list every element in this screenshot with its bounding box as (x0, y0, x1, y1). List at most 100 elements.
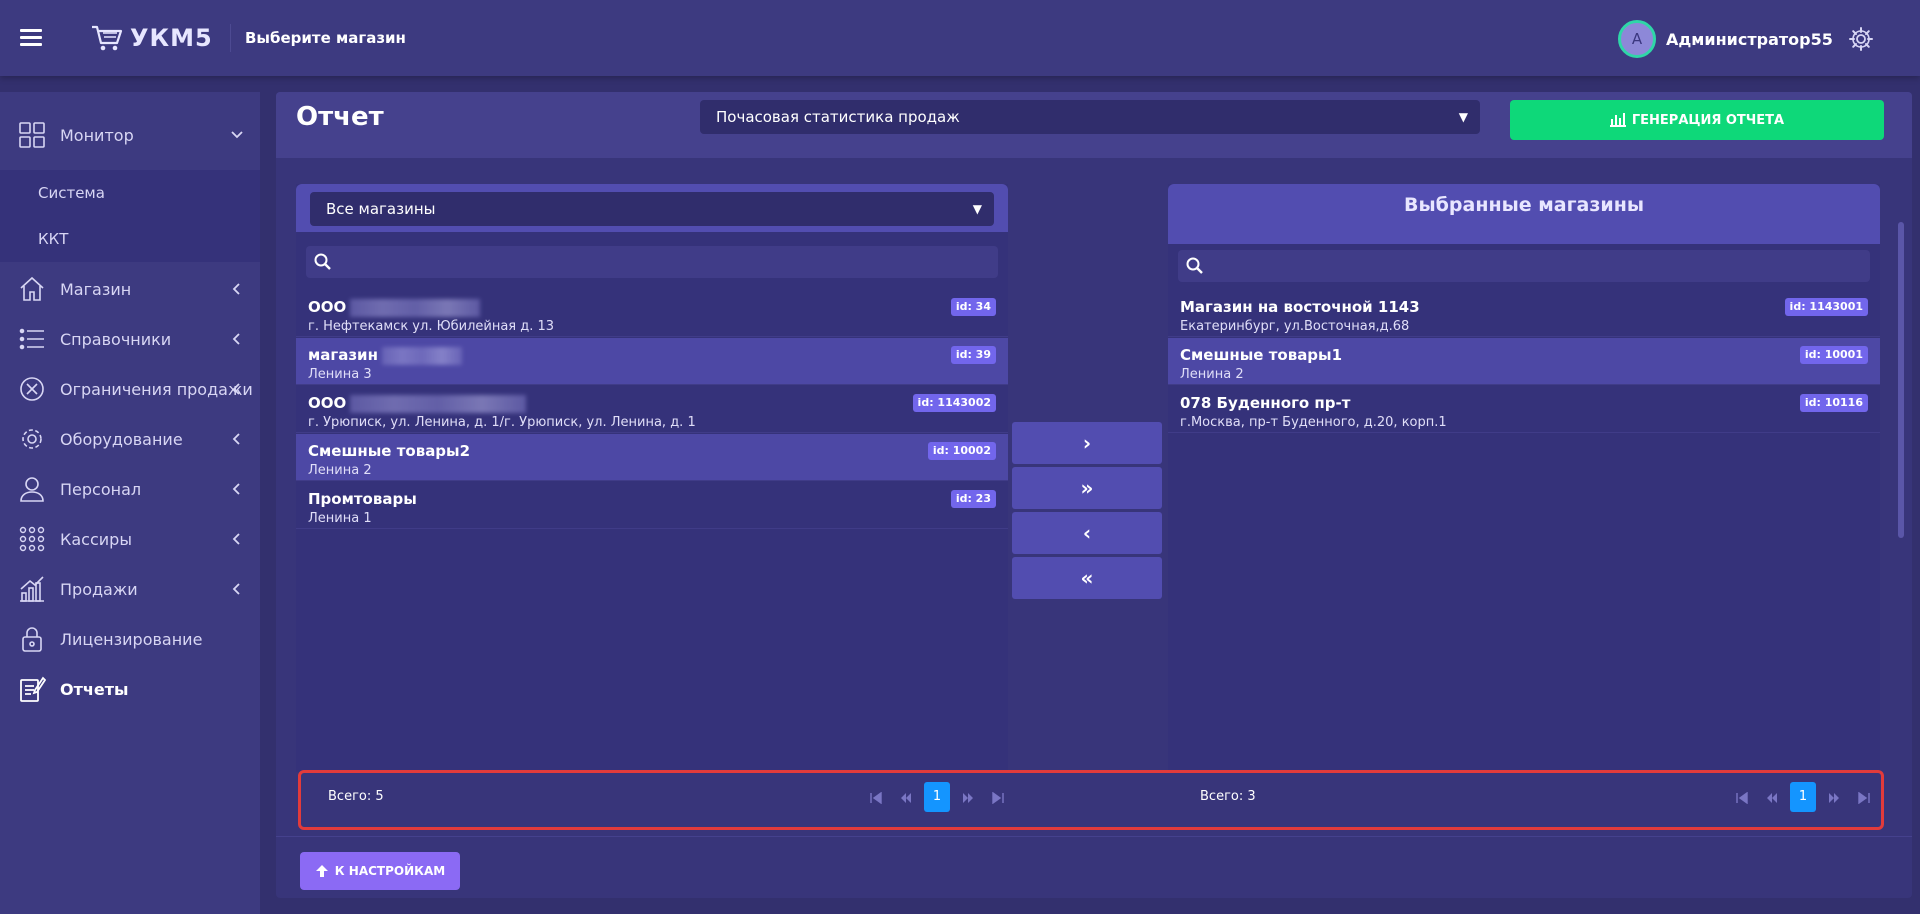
chevron-left-icon: ‹ (1082, 521, 1092, 545)
report-panel: Отчет Почасовая статистика продаж ▼ ГЕНЕ… (276, 92, 1912, 898)
list-item[interactable]: 078 Буденного пр-т г.Москва, пр-т Буденн… (1168, 386, 1880, 433)
sidebar-item-staff[interactable]: Персонал (0, 466, 260, 512)
page-title: Отчет (296, 102, 384, 132)
sidebar-item-cashiers[interactable]: Кассиры (0, 516, 260, 562)
sidebar-item-label: Монитор (60, 125, 134, 145)
redacted-text (350, 298, 481, 317)
store-id-badge: id: 34 (950, 298, 996, 316)
gear-icon (22, 429, 42, 449)
app-logo[interactable]: УКМ5 (90, 22, 213, 54)
sidebar-item-store[interactable]: Магазин (0, 266, 260, 312)
list-item[interactable]: Смешные товары2 Ленина 2 id: 10002 (296, 434, 1008, 481)
arrow-up-icon (315, 865, 328, 877)
list-item[interactable]: ООО г. Нефтекамск ул. Юбилейная д. 13 id… (296, 290, 1008, 337)
remove-all-button[interactable]: « (1012, 557, 1162, 599)
sidebar-item-label: Кассиры (60, 529, 132, 549)
remove-one-button[interactable]: ‹ (1012, 512, 1162, 554)
lock-icon (22, 627, 42, 652)
store-address: г. Урюписк, ул. Ленина, д. 1/г. Урюписк,… (308, 415, 696, 430)
available-stores-panel: Все магазины ▼ ООО г. Нефтекамск ул. Юби… (296, 184, 1008, 812)
sidebar-item-equipment[interactable]: Оборудование (0, 416, 260, 462)
cart-icon (92, 25, 123, 51)
store-filter-select[interactable]: Все магазины ▼ (310, 192, 994, 226)
store-id-badge: id: 1143002 (912, 394, 996, 412)
list-item[interactable]: Смешные товары1 Ленина 2 id: 10001 (1168, 338, 1880, 385)
selected-stores-panel: Выбранные магазины Магазин на восточной … (1168, 184, 1880, 812)
user-name: Администратор55 (1666, 29, 1833, 49)
chevron-left-icon (232, 483, 240, 495)
store-name: Смешные товары1 (1180, 346, 1343, 364)
store-name: Промтовары (308, 490, 417, 508)
move-one-button[interactable]: › (1012, 422, 1162, 464)
available-search[interactable] (306, 246, 998, 278)
divider (276, 836, 1912, 837)
sidebar-item-licensing[interactable]: Лицензирование (0, 616, 260, 662)
sales-chart-icon (20, 576, 44, 602)
store-id-badge: id: 39 (950, 346, 996, 364)
store-address: Ленина 1 (308, 511, 372, 526)
sidebar-subitem-system[interactable]: Система (38, 184, 105, 202)
sidebar-item-monitor[interactable]: Монитор (0, 112, 260, 158)
chevron-left-icon (232, 533, 240, 545)
menu-toggle-icon[interactable] (20, 29, 42, 47)
generate-report-button[interactable]: ГЕНЕРАЦИЯ ОТЧЕТА (1510, 100, 1884, 140)
avatar: А (1618, 20, 1656, 58)
sidebar-subitem-kkt[interactable]: ККТ (38, 230, 68, 248)
sidebar-item-label: Справочники (60, 329, 172, 349)
sidebar-item-label: Персонал (60, 479, 142, 499)
list-item[interactable]: Магазин на восточной 1143 Екатеринбург, … (1168, 290, 1880, 337)
redacted-text (350, 394, 527, 413)
bar-chart-icon (1609, 113, 1626, 127)
store-id-badge: id: 23 (950, 490, 996, 508)
list-item[interactable]: магазин Ленина 3 id: 39 (296, 338, 1008, 385)
report-type-select[interactable]: Почасовая статистика продаж ▼ (700, 100, 1480, 134)
search-icon (1186, 257, 1203, 274)
chevron-left-icon (232, 433, 240, 445)
report-type-value: Почасовая статистика продаж (716, 108, 960, 126)
double-chevron-left-icon: « (1080, 566, 1094, 590)
user-menu[interactable]: А Администратор55 (1618, 20, 1833, 58)
dashboard-icon (19, 122, 45, 148)
selected-stores-header: Выбранные магазины (1168, 184, 1880, 244)
chevron-left-icon (232, 583, 240, 595)
list-item[interactable]: ООО г. Урюписк, ул. Ленина, д. 1/г. Урюп… (296, 386, 1008, 433)
list-icon (19, 328, 44, 350)
sidebar-item-references[interactable]: Справочники (0, 316, 260, 362)
settings-gear-icon[interactable] (1848, 26, 1874, 52)
back-to-settings-label: К НАСТРОЙКАМ (334, 864, 446, 878)
selected-stores-title: Выбранные магазины (1403, 194, 1645, 216)
sidebar-item-label: Оборудование (60, 429, 183, 449)
store-address: Ленина 2 (308, 463, 372, 478)
move-all-button[interactable]: » (1012, 467, 1162, 509)
sidebar-item-label: Магазин (60, 279, 132, 299)
store-selector[interactable]: Выберите магазин (230, 24, 406, 52)
available-search-input[interactable] (340, 246, 990, 278)
sidebar-item-label: Отчеты (60, 679, 129, 699)
selected-search[interactable] (1178, 250, 1870, 282)
chevron-left-icon (232, 333, 240, 345)
sidebar: Монитор Система ККТ Магазин Справочники … (0, 92, 260, 914)
sidebar-item-sales-restrictions[interactable]: Ограничения продажи (0, 366, 260, 412)
double-chevron-right-icon: » (1080, 476, 1094, 500)
scrollbar[interactable] (1898, 222, 1904, 538)
sidebar-item-reports[interactable]: Отчеты (0, 666, 260, 712)
sidebar-item-sales[interactable]: Продажи (0, 566, 260, 612)
sidebar-item-label: Лицензирование (60, 629, 203, 649)
store-id-badge: id: 10002 (927, 442, 996, 460)
back-to-settings-button[interactable]: К НАСТРОЙКАМ (300, 852, 460, 890)
list-item[interactable]: Промтовары Ленина 1 id: 23 (296, 482, 1008, 529)
person-icon (20, 477, 44, 502)
store-id-badge: id: 1143001 (1784, 298, 1868, 316)
store-name: 078 Буденного пр-т (1180, 394, 1351, 412)
store-id-badge: id: 10001 (1799, 346, 1868, 364)
chevron-left-icon (232, 283, 240, 295)
store-filter-value: Все магазины (326, 200, 436, 218)
store-name: ООО (308, 298, 347, 316)
redacted-text (381, 346, 462, 365)
chevron-right-icon: › (1082, 431, 1092, 455)
store-address: Ленина 3 (308, 367, 372, 382)
sidebar-item-label: Продажи (60, 579, 138, 599)
report-icon (20, 676, 46, 702)
generate-report-label: ГЕНЕРАЦИЯ ОТЧЕТА (1631, 112, 1785, 128)
selected-search-input[interactable] (1212, 250, 1862, 282)
